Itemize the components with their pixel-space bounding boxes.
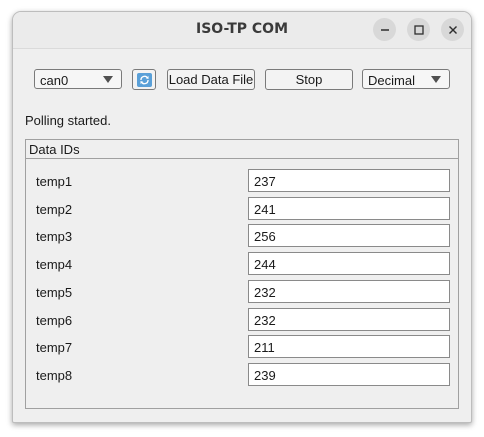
- data-id-value-field[interactable]: 244: [248, 252, 450, 275]
- data-id-value-field[interactable]: 232: [248, 280, 450, 303]
- data-id-label: temp6: [36, 313, 73, 328]
- data-id-value: 239: [254, 368, 276, 383]
- data-id-value: 256: [254, 229, 276, 244]
- data-id-value-field[interactable]: 256: [248, 224, 450, 247]
- title-bar[interactable]: ISO-TP COM: [13, 12, 471, 49]
- data-id-value: 237: [254, 174, 276, 189]
- data-id-value-field[interactable]: 211: [248, 335, 450, 358]
- data-id-value-field[interactable]: 237: [248, 169, 450, 192]
- data-id-value: 232: [254, 285, 276, 300]
- data-id-value: 244: [254, 257, 276, 272]
- data-id-label: temp2: [36, 202, 73, 217]
- refresh-icon: [137, 73, 152, 87]
- stop-button[interactable]: Stop: [265, 69, 353, 90]
- data-id-value: 232: [254, 313, 276, 328]
- data-id-value-field[interactable]: 232: [248, 308, 450, 331]
- format-select-value: Decimal: [368, 73, 415, 88]
- data-id-label: temp8: [36, 368, 73, 383]
- app-window: ISO-TP COM can0 Load Data File Stop Deci…: [12, 11, 472, 423]
- group-title-bar: Data IDs: [26, 140, 458, 159]
- data-id-value: 241: [254, 202, 276, 217]
- maximize-button[interactable]: [407, 18, 430, 41]
- chevron-down-icon: [103, 76, 113, 83]
- interface-select-value: can0: [40, 73, 69, 88]
- data-id-value-field[interactable]: 239: [248, 363, 450, 386]
- group-title: Data IDs: [29, 142, 80, 157]
- maximize-icon: [413, 24, 424, 35]
- data-id-value: 211: [254, 340, 275, 355]
- data-id-label: temp7: [36, 340, 73, 355]
- data-id-label: temp1: [36, 174, 73, 189]
- close-button[interactable]: [441, 18, 464, 41]
- window-title: ISO-TP COM: [196, 21, 288, 37]
- data-id-label: temp3: [36, 229, 73, 244]
- minimize-button[interactable]: [373, 18, 396, 41]
- interface-select[interactable]: can0: [34, 69, 122, 89]
- refresh-button[interactable]: [132, 69, 156, 90]
- load-data-file-button[interactable]: Load Data File: [167, 69, 255, 90]
- format-select[interactable]: Decimal: [362, 69, 450, 89]
- data-id-value-field[interactable]: 241: [248, 197, 450, 220]
- close-icon: [448, 25, 457, 34]
- minimize-icon: [380, 28, 389, 31]
- chevron-down-icon: [431, 76, 441, 83]
- data-ids-group: Data IDs temp1 237 temp2 241 temp3 256 t…: [25, 139, 459, 409]
- data-id-label: temp5: [36, 285, 73, 300]
- data-id-label: temp4: [36, 257, 73, 272]
- status-text: Polling started.: [25, 113, 111, 128]
